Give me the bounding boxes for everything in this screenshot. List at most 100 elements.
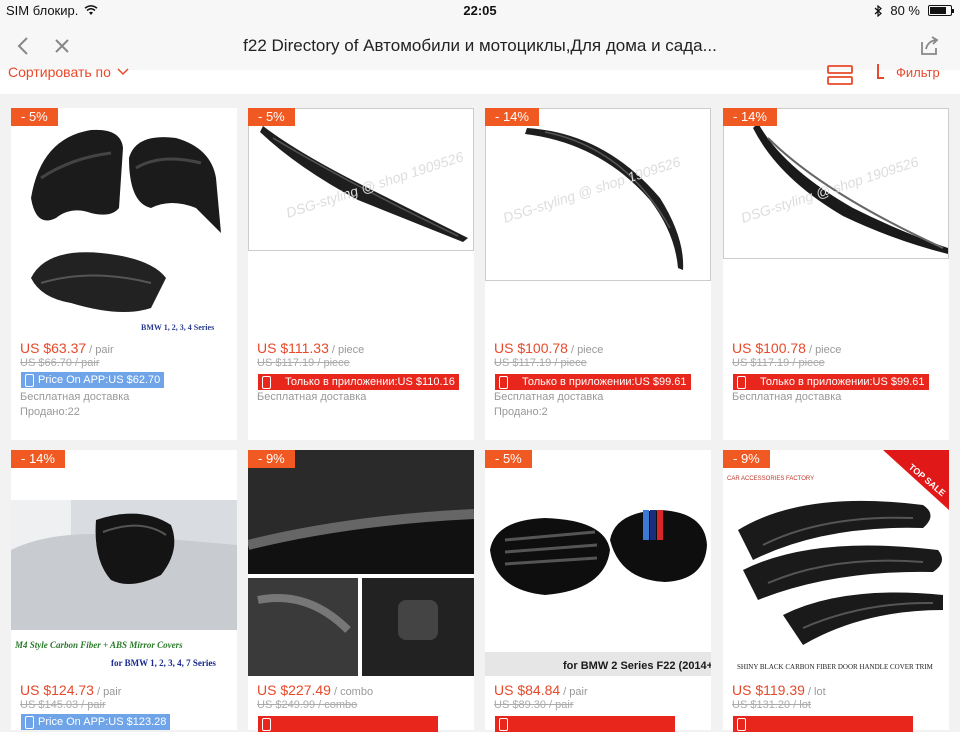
app-price-badge: Только в приложении:US $99.61 (733, 374, 929, 390)
old-price: US $66.70 / pair (20, 357, 100, 369)
price-unit: / combo (333, 686, 374, 698)
image-brand: CAR ACCESSORIES FACTORY (727, 476, 814, 482)
shipping-info: Бесплатная доставка (257, 391, 367, 403)
old-price: US $131.20 / lot (732, 699, 811, 711)
product-price: US $63.37/ pair (20, 340, 114, 356)
price-unit: / piece (808, 344, 842, 356)
discount-badge: - 9% (723, 450, 770, 468)
product-image: DSG-styling @ shop 1909526 (723, 108, 949, 334)
product-price: US $227.49/ combo (257, 682, 373, 698)
discount-badge: - 14% (11, 450, 65, 468)
product-image: DSG-styling @ shop 1909526 (485, 108, 711, 334)
image-caption: M4 Style Carbon Fiber + ABS Mirror Cover… (14, 640, 183, 650)
old-price: US $249.99 / combo (257, 699, 358, 711)
sold-count: Продано:22 (20, 406, 80, 418)
back-icon[interactable] (12, 34, 36, 58)
shipping-info: Бесплатная доставка (732, 391, 842, 403)
price-value: US $119.39 (732, 682, 805, 698)
price-unit: / lot (807, 686, 826, 698)
filter-button[interactable]: Фильтр (876, 64, 940, 80)
price-unit: / pair (96, 686, 122, 698)
app-price-badge (258, 716, 438, 732)
price-value: US $84.84 (494, 682, 561, 698)
status-bar: SIM блокир. 22:05 80 % (0, 0, 960, 22)
phone-icon (262, 717, 271, 731)
sort-button[interactable]: Сортировать по (8, 64, 129, 80)
product-price: US $119.39/ lot (732, 682, 826, 698)
battery-percent: 80 % (890, 3, 920, 18)
phone-icon (25, 715, 34, 729)
discount-badge: - 14% (485, 108, 539, 126)
old-price: US $89.30 / pair (494, 699, 574, 711)
page-title: f22 Directory of Автомобили и мотоциклы,… (243, 36, 717, 55)
phone-icon (25, 373, 34, 387)
sold-count: Продано:2 (494, 406, 548, 418)
promo-text: Только в приложении:US $99.61 (760, 376, 925, 388)
price-value: US $100.78 (732, 340, 806, 356)
image-caption-2: for BMW 1, 2, 3, 4, 7 Series (111, 658, 216, 668)
price-unit: / pair (563, 686, 588, 698)
app-price-badge: Price On APP:US $62.70 (21, 372, 165, 388)
discount-badge: - 5% (485, 450, 532, 468)
view-toggle-icon[interactable] (826, 64, 854, 86)
image-caption: BMW 1, 2, 3, 4 Series (141, 323, 214, 332)
old-price: US $117.19 / piece (257, 357, 350, 369)
filter-icon (877, 64, 884, 79)
app-price-badge: Price On APP:US $123.28 (21, 714, 171, 730)
app-price-badge (733, 716, 913, 732)
price-unit: / pair (89, 344, 114, 356)
product-image: BMW 1, 2, 3, 4 Series (11, 108, 237, 334)
product-image: DSG-styling @ shop 1909526 (248, 108, 474, 334)
promo-text: Price On APP:US $62.70 (38, 374, 161, 386)
discount-badge: - 9% (248, 450, 295, 468)
discount-badge: - 5% (11, 108, 58, 126)
discount-badge: - 5% (248, 108, 295, 126)
product-price: US $100.78/ piece (732, 340, 841, 356)
image-caption: SHINY BLACK CARBON FIBER DOOR HANDLE COV… (737, 663, 934, 671)
price-value: US $124.73 (20, 682, 94, 698)
product-image: for BMW 2 Series F22 (2014+) (485, 450, 711, 676)
share-icon[interactable] (918, 34, 942, 58)
product-image: M4 Style Carbon Fiber + ABS Mirror Cover… (11, 450, 237, 676)
app-price-badge: Только в приложении:US $99.61 (495, 374, 691, 390)
old-price: US $117.19 / piece (494, 357, 587, 369)
promo-text: Только в приложении:US $110.16 (285, 376, 455, 388)
app-price-badge: Только в приложении:US $110.16 (258, 374, 459, 390)
product-image: TOP SALE CAR ACCESSORIES FACTORY SHINY B… (723, 450, 949, 676)
product-price: US $111.33/ piece (257, 340, 364, 356)
close-icon[interactable] (50, 34, 74, 58)
product-card[interactable]: DSG-styling @ shop 1909526 - 5% US $111.… (248, 108, 474, 440)
price-unit: / piece (331, 344, 365, 356)
product-price: US $100.78/ piece (494, 340, 603, 356)
phone-icon (737, 375, 746, 389)
price-unit: / piece (570, 344, 604, 356)
price-value: US $63.37 (20, 340, 87, 356)
clock: 22:05 (463, 3, 497, 18)
product-card[interactable]: DSG-styling @ shop 1909526 - 14% US $100… (723, 108, 949, 440)
old-price: US $145.03 / pair (20, 699, 106, 711)
product-card[interactable]: DSG-styling @ shop 1909526 - 14% US $100… (485, 108, 711, 440)
sort-label: Сортировать по (8, 64, 111, 80)
nav-bar: f22 Directory of Автомобили и мотоциклы,… (0, 22, 960, 70)
phone-icon (499, 375, 508, 389)
product-card[interactable]: TOP SALE CAR ACCESSORIES FACTORY SHINY B… (723, 450, 949, 732)
price-value: US $111.33 (257, 340, 329, 356)
product-card[interactable]: BMW 1, 2, 3, 4 Series - 5% US $63.37/ pa… (11, 108, 237, 440)
product-price: US $84.84/ pair (494, 682, 588, 698)
battery-fill (930, 7, 946, 14)
price-value: US $100.78 (494, 340, 568, 356)
product-image (248, 450, 474, 676)
battery-icon (928, 5, 954, 16)
product-card[interactable]: for BMW 2 Series F22 (2014+) - 5% US $84… (485, 450, 711, 732)
old-price: US $117.19 / piece (732, 357, 825, 369)
shipping-info: Бесплатная доставка (494, 391, 604, 403)
product-price: US $124.73/ pair (20, 682, 121, 698)
product-card[interactable]: M4 Style Carbon Fiber + ABS Mirror Cover… (11, 450, 237, 730)
phone-icon (262, 375, 271, 389)
app-price-badge (495, 716, 675, 732)
image-caption: for BMW 2 Series F22 (2014+) (563, 660, 711, 672)
discount-badge: - 14% (723, 108, 777, 126)
product-card[interactable]: - 9% US $227.49/ combo US $249.99 / comb… (248, 450, 474, 732)
sort-bar: Сортировать по Фильтр (0, 64, 960, 94)
chevron-down-icon (117, 68, 129, 76)
